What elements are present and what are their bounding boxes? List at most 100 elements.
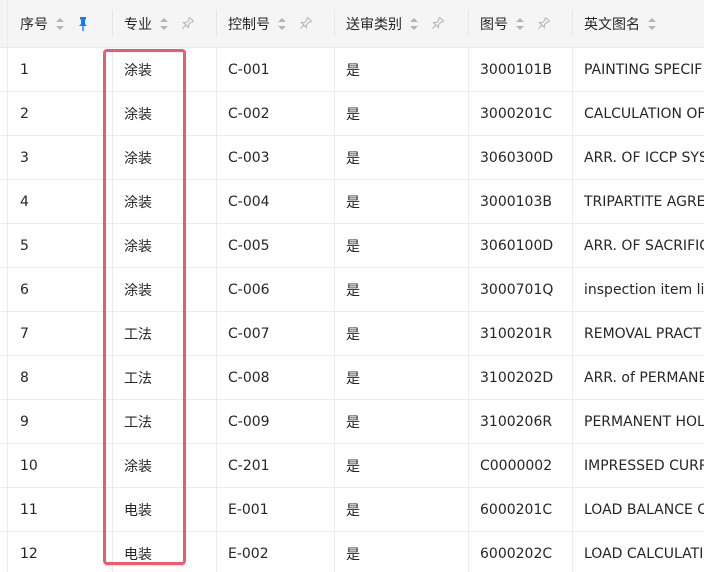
cell-drawing-no: C0000002 bbox=[480, 458, 553, 474]
cell-index: 10 bbox=[20, 458, 38, 474]
cell-index: 11 bbox=[20, 502, 38, 518]
cell-review-type: 是 bbox=[346, 371, 360, 387]
cell-index: 9 bbox=[20, 414, 29, 430]
cell-review-type: 是 bbox=[346, 63, 360, 79]
table-row[interactable]: 4 涂装 C-004 是 3000103B TRIPARTITE AGRE bbox=[0, 180, 704, 224]
sort-icon[interactable] bbox=[160, 17, 168, 30]
cell-review-type: 是 bbox=[346, 459, 360, 475]
cell-review-type: 是 bbox=[346, 283, 360, 299]
cell-discipline: 涂装 bbox=[124, 239, 152, 255]
cell-english-name: ARR. of PERMANE bbox=[584, 370, 704, 386]
table-row[interactable]: 3 涂装 C-003 是 3060300D ARR. OF ICCP SYS bbox=[0, 136, 704, 180]
column-label: 控制号 bbox=[228, 16, 270, 33]
cell-english-name: PERMANENT HOL bbox=[584, 414, 704, 430]
pin-icon[interactable] bbox=[298, 16, 313, 32]
cell-drawing-no: 3100201R bbox=[480, 326, 553, 342]
column-label: 英文图名 bbox=[584, 16, 640, 33]
cell-drawing-no: 6000202C bbox=[480, 546, 553, 562]
cell-review-type: 是 bbox=[346, 195, 360, 211]
column-header-index[interactable]: 序号 bbox=[8, 0, 108, 47]
cell-discipline: 电装 bbox=[124, 503, 152, 519]
cell-review-type: 是 bbox=[346, 239, 360, 255]
cell-drawing-no: 3000103B bbox=[480, 194, 552, 210]
cell-english-name: LOAD CALCULATI bbox=[584, 546, 704, 562]
column-label: 送审类别 bbox=[346, 16, 402, 33]
cell-control-no: C-009 bbox=[228, 414, 270, 430]
cell-discipline: 工法 bbox=[124, 415, 152, 431]
cell-index: 1 bbox=[20, 62, 29, 78]
cell-english-name: inspection item li bbox=[584, 282, 704, 298]
cell-control-no: C-001 bbox=[228, 62, 270, 78]
cell-english-name: IMPRESSED CURR bbox=[584, 458, 704, 474]
cell-index: 7 bbox=[20, 326, 29, 342]
cell-index: 6 bbox=[20, 282, 29, 298]
cell-discipline: 电装 bbox=[124, 547, 152, 563]
cell-index: 2 bbox=[20, 106, 29, 122]
sort-icon[interactable] bbox=[410, 17, 418, 30]
sort-icon[interactable] bbox=[516, 17, 524, 30]
cell-discipline: 涂装 bbox=[124, 63, 152, 79]
cell-english-name: PAINTING SPECIF bbox=[584, 62, 703, 78]
sort-icon[interactable] bbox=[278, 17, 286, 30]
sort-icon[interactable] bbox=[648, 17, 656, 30]
cell-english-name: ARR. OF ICCP SYS bbox=[584, 150, 704, 166]
cell-drawing-no: 3000701Q bbox=[480, 282, 554, 298]
pin-icon-active[interactable] bbox=[76, 16, 90, 32]
pin-icon[interactable] bbox=[430, 16, 445, 32]
table-row[interactable]: 1 涂装 C-001 是 3000101B PAINTING SPECIF bbox=[0, 48, 704, 92]
cell-control-no: E-002 bbox=[228, 546, 269, 562]
cell-drawing-no: 3100206R bbox=[480, 414, 553, 430]
column-header-drawing-no[interactable]: 图号 bbox=[468, 0, 572, 47]
cell-english-name: LOAD BALANCE C bbox=[584, 502, 704, 518]
cell-drawing-no: 3000101B bbox=[480, 62, 552, 78]
table-header: 序号 专业 控制号 送审类别 图号 英文图名 bbox=[0, 0, 704, 48]
cell-control-no: C-005 bbox=[228, 238, 270, 254]
column-label: 序号 bbox=[20, 16, 48, 33]
cell-control-no: C-002 bbox=[228, 106, 270, 122]
cell-discipline: 工法 bbox=[124, 327, 152, 343]
cell-review-type: 是 bbox=[346, 327, 360, 343]
data-table: 序号 专业 控制号 送审类别 图号 英文图名 1 涂装 C-001 是 3000… bbox=[0, 0, 704, 572]
cell-discipline: 工法 bbox=[124, 371, 152, 387]
column-header-discipline[interactable]: 专业 bbox=[112, 0, 216, 47]
column-header-control-no[interactable]: 控制号 bbox=[216, 0, 334, 47]
column-label: 图号 bbox=[480, 16, 508, 33]
table-row[interactable]: 6 涂装 C-006 是 3000701Q inspection item li bbox=[0, 268, 704, 312]
cell-english-name: CALCULATION OF bbox=[584, 106, 704, 122]
table-row[interactable]: 10 涂装 C-201 是 C0000002 IMPRESSED CURR bbox=[0, 444, 704, 488]
table-row[interactable]: 12 电装 E-002 是 6000202C LOAD CALCULATI bbox=[0, 532, 704, 572]
table-row[interactable]: 8 工法 C-008 是 3100202D ARR. of PERMANE bbox=[0, 356, 704, 400]
cell-drawing-no: 3060300D bbox=[480, 150, 554, 166]
table-row[interactable]: 11 电装 E-001 是 6000201C LOAD BALANCE C bbox=[0, 488, 704, 532]
pin-icon[interactable] bbox=[536, 16, 551, 32]
cell-control-no: C-007 bbox=[228, 326, 270, 342]
cell-review-type: 是 bbox=[346, 151, 360, 167]
column-header-english-name[interactable]: 英文图名 bbox=[572, 0, 704, 47]
cell-review-type: 是 bbox=[346, 415, 360, 431]
cell-index: 5 bbox=[20, 238, 29, 254]
cell-index: 12 bbox=[20, 546, 38, 562]
cell-discipline: 涂装 bbox=[124, 459, 152, 475]
cell-discipline: 涂装 bbox=[124, 283, 152, 299]
cell-control-no: C-004 bbox=[228, 194, 270, 210]
cell-index: 4 bbox=[20, 194, 29, 210]
cell-control-no: E-001 bbox=[228, 502, 269, 518]
cell-discipline: 涂装 bbox=[124, 195, 152, 211]
cell-control-no: C-008 bbox=[228, 370, 270, 386]
cell-review-type: 是 bbox=[346, 503, 360, 519]
pin-icon[interactable] bbox=[180, 16, 195, 32]
cell-english-name: TRIPARTITE AGRE bbox=[584, 194, 704, 210]
table-row[interactable]: 9 工法 C-009 是 3100206R PERMANENT HOL bbox=[0, 400, 704, 444]
table-row[interactable]: 5 涂装 C-005 是 3060100D ARR. OF SACRIFIC bbox=[0, 224, 704, 268]
sort-icon[interactable] bbox=[56, 17, 64, 30]
cell-drawing-no: 3100202D bbox=[480, 370, 554, 386]
column-label: 专业 bbox=[124, 16, 152, 33]
cell-english-name: REMOVAL PRACT bbox=[584, 326, 702, 342]
table-row[interactable]: 7 工法 C-007 是 3100201R REMOVAL PRACT bbox=[0, 312, 704, 356]
column-header-review-type[interactable]: 送审类别 bbox=[334, 0, 468, 47]
cell-control-no: C-006 bbox=[228, 282, 270, 298]
cell-control-no: C-003 bbox=[228, 150, 270, 166]
cell-discipline: 涂装 bbox=[124, 107, 152, 123]
table-row[interactable]: 2 涂装 C-002 是 3000201C CALCULATION OF bbox=[0, 92, 704, 136]
cell-drawing-no: 6000201C bbox=[480, 502, 553, 518]
